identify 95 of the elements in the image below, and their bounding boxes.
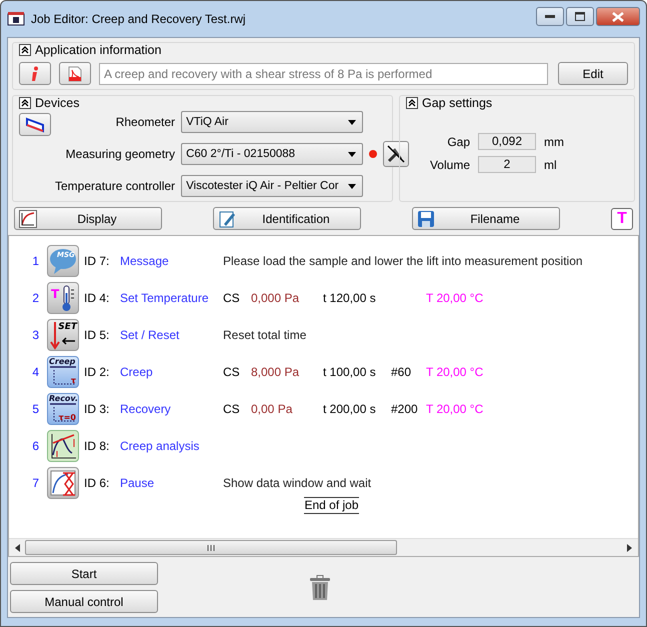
description-field[interactable]: A creep and recovery with a shear stress of 8 Pa is performed <box>99 62 548 84</box>
point-count: #60 <box>391 364 412 378</box>
duration: t 120,00 s <box>323 290 377 304</box>
dropdown-arrow-icon <box>348 184 356 188</box>
step-description: Show data window and wait <box>223 476 372 490</box>
maximize-button[interactable] <box>566 7 594 26</box>
shear-stress: 8,000 Pa <box>251 364 300 378</box>
collapse-icon[interactable] <box>19 44 31 56</box>
action-button[interactable]: Manual control <box>10 590 158 613</box>
shear-stress: 0,000 Pa <box>251 290 300 304</box>
horizontal-scrollbar[interactable] <box>9 538 638 556</box>
action-button[interactable]: Start <box>10 562 158 585</box>
info-icon <box>30 66 40 82</box>
step-id: ID 2: <box>84 364 110 378</box>
geometry-button[interactable] <box>19 113 51 136</box>
control-mode: CS <box>223 402 241 416</box>
toolbar-button[interactable]: Filename <box>412 207 560 230</box>
app-icon <box>7 11 25 27</box>
step-icon[interactable]: Recov. τ=0 <box>47 392 79 424</box>
unit-label: mm <box>544 134 565 148</box>
dropdown-arrow-icon <box>348 120 356 124</box>
field-label: Rheometer <box>114 115 176 129</box>
section-title: Application information <box>35 43 162 57</box>
toolbar-button[interactable]: Display <box>14 207 162 230</box>
step-id: ID 6: <box>84 476 110 490</box>
step-icon[interactable] <box>47 430 79 462</box>
window-title: Job Editor: Creep and Recovery Test.rwj <box>31 12 247 26</box>
step-id: ID 3: <box>84 402 110 416</box>
step-icon[interactable]: SET <box>47 318 79 350</box>
step-number: 7 <box>31 476 39 490</box>
unit-label: ml <box>544 158 558 172</box>
step-number: 4 <box>31 364 39 378</box>
geometry-icon <box>25 116 45 132</box>
tools-icon <box>386 144 406 164</box>
duration: t 100,00 s <box>323 364 377 378</box>
close-icon <box>612 12 624 22</box>
step-description: Reset total time <box>223 328 306 342</box>
duration: t 200,00 s <box>323 402 377 416</box>
minimize-icon <box>545 14 555 18</box>
step-number: 2 <box>31 290 39 304</box>
section-title: Devices <box>35 96 80 110</box>
shear-stress: 0,00 Pa <box>251 402 294 416</box>
value-field[interactable]: 0,092 <box>478 133 536 150</box>
step-name[interactable]: Creep <box>120 364 223 378</box>
close-button[interactable] <box>596 7 640 26</box>
step-number: 3 <box>31 328 39 342</box>
minimize-button[interactable] <box>536 7 564 26</box>
collapse-icon[interactable] <box>19 97 31 109</box>
step-name[interactable]: Recovery <box>120 402 223 416</box>
collapse-icon[interactable] <box>406 97 418 109</box>
field-label: Measuring geometry <box>64 147 176 161</box>
step-name[interactable]: Creep analysis <box>120 438 223 452</box>
info-button[interactable] <box>19 62 51 85</box>
step-name[interactable]: Pause <box>120 476 223 490</box>
temperature: T 20,00 °C <box>426 364 484 378</box>
field-label: Gap <box>446 134 470 148</box>
step-name[interactable]: Message <box>120 254 223 268</box>
step-id: ID 5: <box>84 328 110 342</box>
scroll-left-icon[interactable] <box>15 544 21 552</box>
value-field[interactable]: 2 <box>478 156 536 173</box>
step-name[interactable]: Set / Reset <box>120 328 223 342</box>
step-icon[interactable] <box>47 466 79 498</box>
step-id: ID 4: <box>84 290 110 304</box>
dropdown[interactable]: VTiQ Air <box>181 111 364 133</box>
tools-button[interactable] <box>383 141 410 167</box>
step-id: ID 8: <box>84 438 110 452</box>
scroll-right-icon[interactable] <box>626 544 632 552</box>
temperature: T 20,00 °C <box>426 402 484 416</box>
edit-icon <box>218 210 236 228</box>
pdf-button[interactable] <box>59 62 91 85</box>
step-name[interactable]: Set Temperature <box>120 290 223 304</box>
step-number: 1 <box>31 254 39 268</box>
maximize-icon <box>575 12 585 21</box>
section-title: Gap settings <box>422 96 492 110</box>
step-number: 5 <box>31 402 39 416</box>
temperature: T 20,00 °C <box>426 290 484 304</box>
step-description: Please load the sample and lower the lift into measurement position <box>223 254 583 268</box>
trash-icon[interactable] <box>308 574 332 600</box>
chart-icon <box>19 210 37 228</box>
toolbar-button[interactable]: Identification <box>213 207 361 230</box>
field-label: Volume <box>428 158 470 172</box>
grip-icon <box>207 544 216 550</box>
edit-button[interactable]: Edit <box>558 62 628 85</box>
step-number: 6 <box>31 438 39 452</box>
dropdown-arrow-icon <box>348 152 356 156</box>
step-icon[interactable]: Creep τ <box>47 356 79 388</box>
field-label: Temperature controller <box>55 179 176 193</box>
dropdown[interactable]: Viscotester iQ Air - Peltier Cor <box>181 175 364 197</box>
dropdown[interactable]: C60 2°/Ti - 02150088 <box>181 143 364 165</box>
point-count: #200 <box>391 402 418 416</box>
control-mode: CS <box>223 364 241 378</box>
pdf-icon <box>68 66 82 82</box>
control-mode: CS <box>223 290 241 304</box>
save-icon <box>417 210 435 228</box>
step-id: ID 7: <box>84 254 110 268</box>
